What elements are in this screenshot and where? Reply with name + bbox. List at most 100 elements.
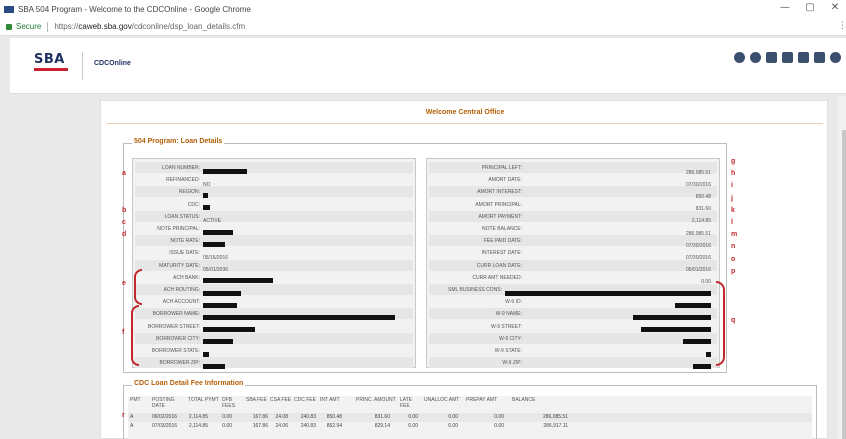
column-header: CDC FEE bbox=[294, 397, 316, 403]
header-divider bbox=[82, 52, 83, 80]
annotation-marker: j bbox=[731, 194, 733, 202]
section-title: 504 Program: Loan Details bbox=[132, 138, 225, 145]
address-bar[interactable]: Secure https://caweb.sba.gov/cdconline/d… bbox=[0, 18, 846, 36]
url-path: /cdconline/dsp_loan_details.cfm bbox=[131, 22, 246, 31]
table-cell: 0.00 bbox=[494, 414, 504, 420]
table-cell: 852.94 bbox=[326, 423, 342, 429]
header-toolbar bbox=[734, 52, 841, 63]
field-row: BORROWER ZIP: bbox=[133, 357, 413, 369]
annotation-marker: m bbox=[731, 231, 738, 239]
annotation-marker: d bbox=[122, 231, 127, 239]
field-label: LOAN NUMBER: bbox=[161, 165, 200, 171]
url-host: caweb.sba.gov bbox=[78, 22, 132, 31]
fee-table: PMT POSTING DATE TOTAL PYMT DFB FEES SBA FEE… bbox=[128, 396, 812, 439]
app-name: CDCOnline bbox=[94, 60, 131, 67]
logo-text: SBA bbox=[34, 52, 65, 67]
scrollbar-thumb[interactable] bbox=[842, 130, 846, 439]
table-cell: 0.00 bbox=[408, 423, 418, 429]
column-header: PREPAY AMT bbox=[466, 397, 498, 403]
url-prefix: https:// bbox=[54, 22, 79, 31]
browser-menu-icon[interactable]: ⋮ bbox=[838, 21, 846, 31]
field-label: NOTE PRINCIPAL: bbox=[157, 226, 200, 232]
annotation-marker: n bbox=[731, 243, 736, 251]
loan-details-section: 504 Program: Loan Details LOAN NUMBER: RE… bbox=[123, 138, 727, 373]
annotation-marker: a bbox=[122, 170, 126, 178]
table-cell: 286,085.51 bbox=[542, 414, 568, 420]
favicon-icon bbox=[4, 5, 14, 13]
column-header: INT AMT bbox=[320, 397, 340, 403]
annotation-marker: h bbox=[731, 170, 736, 178]
fee-table-header: PMT POSTING DATE TOTAL PYMT DFB FEES SBA FEE… bbox=[128, 397, 812, 411]
column-header: DFB FEES bbox=[222, 397, 236, 409]
table-cell: 0.00 bbox=[448, 423, 458, 429]
annotation-marker: p bbox=[731, 267, 736, 275]
chat-icon[interactable] bbox=[766, 52, 777, 63]
field-label: W-9 NAME: bbox=[495, 311, 522, 318]
field-value-cell bbox=[525, 354, 717, 373]
table-row[interactable]: A 06/02/2016 2,114.85 0.00 167.86 24.08 240.83… bbox=[128, 413, 812, 422]
fee-info-section: CDC Loan Detail Fee Information PMT POSTI… bbox=[123, 380, 817, 439]
fee-section-title: CDC Loan Detail Fee Information bbox=[132, 380, 246, 387]
help-icon[interactable] bbox=[750, 52, 761, 63]
column-header: PRINC. AMOUNT bbox=[356, 397, 396, 403]
field-label: BORROWER NAME: bbox=[152, 311, 200, 318]
field-label: AMORT INTEREST: bbox=[477, 189, 522, 196]
sba-logo[interactable]: SBA bbox=[34, 52, 70, 80]
table-cell: 0.00 bbox=[222, 414, 232, 420]
field-label: ACH ROUTING: bbox=[163, 287, 200, 293]
field-label: BORROWER STATE: bbox=[151, 348, 200, 354]
field-label: REFINANCED: bbox=[166, 177, 200, 184]
field-label: NOTE RATE: bbox=[170, 238, 200, 245]
table-cell: 286,917.11 bbox=[543, 423, 568, 429]
maximize-icon[interactable]: ▢ bbox=[800, 2, 820, 13]
divider bbox=[47, 21, 49, 32]
table-cell: 850.48 bbox=[326, 414, 342, 420]
annotation-marker: b bbox=[122, 206, 127, 214]
field-value-cell bbox=[203, 354, 413, 373]
logo-underline bbox=[34, 68, 68, 71]
field-label: W-9 CITY: bbox=[499, 335, 522, 342]
annotation-bracket bbox=[716, 281, 725, 367]
table-cell: A bbox=[130, 423, 134, 429]
annotation-bracket bbox=[131, 305, 139, 367]
field-label: MATURITY DATE: bbox=[159, 262, 200, 269]
home-icon[interactable] bbox=[814, 52, 825, 63]
annotation-marker: f bbox=[122, 328, 125, 336]
close-icon[interactable]: ✕ bbox=[825, 2, 845, 13]
annotation-marker: c bbox=[122, 219, 126, 226]
browser-title-bar: SBA 504 Program - Welcome to the CDCOnli… bbox=[0, 0, 846, 18]
field-label: LOAN STATUS: bbox=[164, 213, 200, 220]
field-label: INTEREST DATE: bbox=[481, 250, 522, 257]
annotation-marker: q bbox=[731, 316, 736, 324]
field-row: W-9 ZIP: bbox=[427, 357, 717, 369]
column-header: TOTAL PYMT bbox=[188, 397, 219, 403]
divider bbox=[107, 123, 823, 124]
loan-info-panel: LOAN NUMBER: REFINANCED: NO REGION: CDC: LOAN… bbox=[132, 158, 416, 369]
phone-icon[interactable] bbox=[798, 52, 809, 63]
field-label: REGION: bbox=[178, 189, 200, 196]
field-label: CDC: bbox=[187, 201, 200, 208]
column-header: LATE FEE bbox=[400, 397, 413, 409]
print-icon[interactable] bbox=[782, 52, 793, 63]
minimize-icon[interactable]: — bbox=[775, 2, 795, 13]
field-label: BORROWER STREET: bbox=[148, 323, 200, 330]
user-icon[interactable] bbox=[734, 52, 745, 63]
url-text[interactable]: https://caweb.sba.gov/cdconline/dsp_loan… bbox=[54, 22, 245, 31]
annotation-marker: e bbox=[122, 280, 126, 287]
annotation-marker: g bbox=[731, 158, 736, 165]
app-header: SBA CDCOnline bbox=[10, 38, 846, 94]
column-header: PMT bbox=[130, 397, 141, 403]
table-cell: 0.00 bbox=[222, 423, 232, 429]
redacted-value bbox=[203, 363, 225, 369]
column-header: CSA FEE bbox=[270, 397, 292, 403]
field-label: BORROWER ZIP: bbox=[159, 360, 200, 367]
payment-info-panel: PRINCIPAL LEFT: 286,085.51 AMORT DATE: 07/3… bbox=[426, 158, 720, 369]
window-title: SBA 504 Program - Welcome to the CDCOnli… bbox=[18, 4, 251, 14]
field-label: W-9 ZIP: bbox=[502, 360, 522, 367]
field-label: SML BUSINESS CONS: bbox=[448, 287, 502, 293]
secure-label: Secure bbox=[16, 22, 42, 31]
logout-icon[interactable] bbox=[830, 52, 841, 63]
welcome-heading: Welcome Central Office bbox=[425, 109, 505, 116]
column-header: BALANCE bbox=[512, 397, 536, 403]
table-row[interactable]: A 07/03/2016 2,114.85 0.00 167.86 24.06 240.83… bbox=[128, 422, 812, 431]
